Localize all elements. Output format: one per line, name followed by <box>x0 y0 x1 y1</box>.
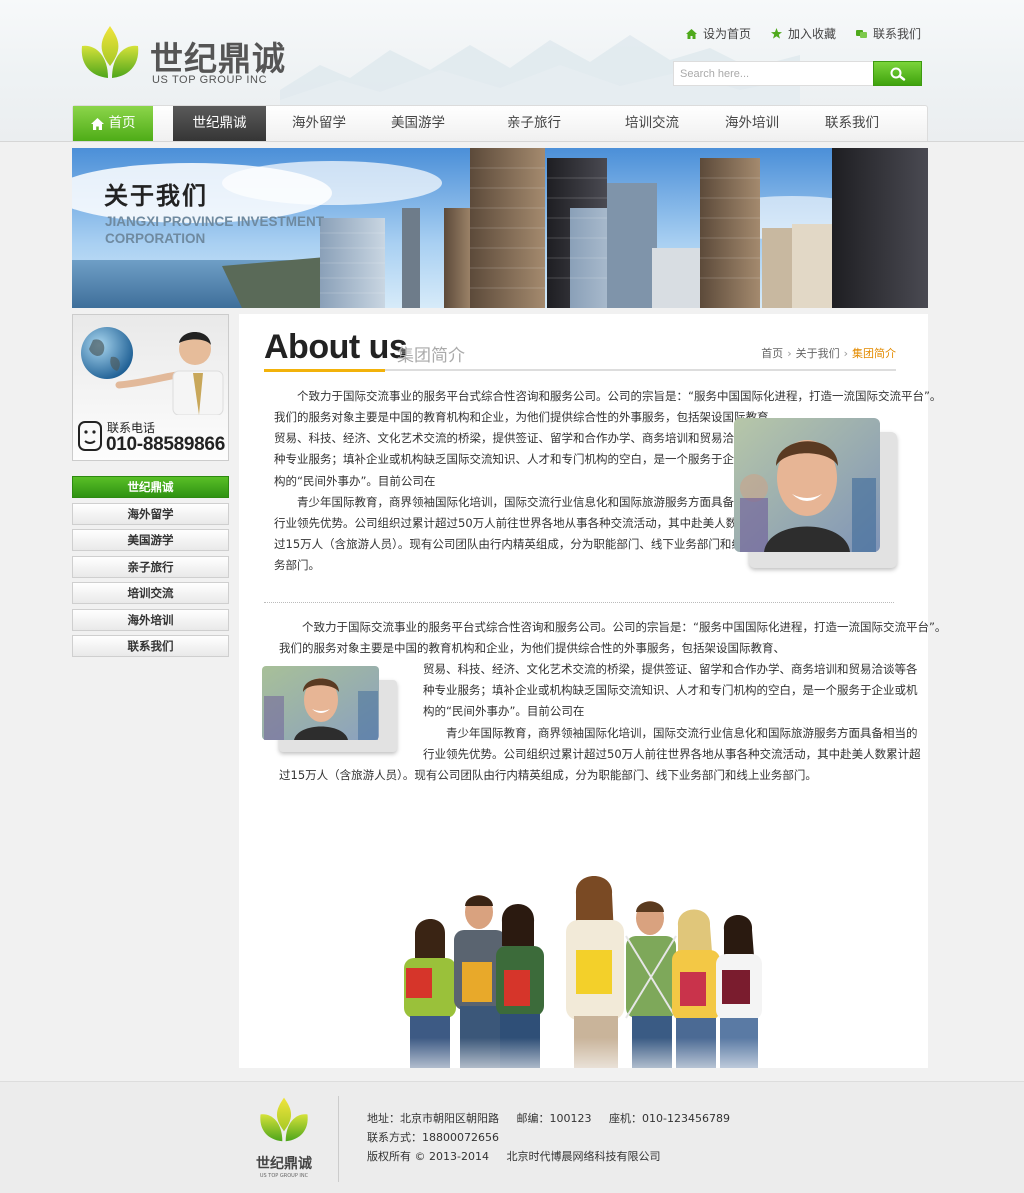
footer-company: 北京时代博晨网络科技有限公司 <box>506 1150 661 1163</box>
nav-item-contact[interactable]: 联系我们 <box>813 106 891 141</box>
sidebar-item-about[interactable]: 世纪鼎诚 <box>72 476 229 498</box>
footer-logo-en: US TOP GROUP INC <box>259 1173 309 1179</box>
top-links: 设为首页 加入收藏 联系我们 <box>685 25 921 42</box>
footer-postcode: 邮编：100123 <box>516 1112 592 1125</box>
sidebar-menu: 世纪鼎诚 海外留学 美国游学 亲子旅行 培训交流 海外培训 联系我们 <box>72 476 229 662</box>
nav-item-overseas-training[interactable]: 海外培训 <box>713 106 791 141</box>
contact-us-label: 联系我们 <box>872 27 921 41</box>
footer-line-2: 联系方式：18800072656 <box>367 1128 744 1147</box>
section1-body: 我们的服务对象主要是中国的教育机构和企业，为他们提供综合性的外事服务，包括架设国… <box>274 407 780 577</box>
students-group-image <box>382 866 782 1068</box>
page-subtitle: 集团简介 <box>397 346 465 366</box>
footer-contact: 联系方式：18800072656 <box>367 1131 499 1144</box>
logo[interactable]: 世纪鼎诚 US TOP GROUP INC <box>78 24 285 88</box>
section2-line: 我们的服务对象主要是中国的教育机构和企业，为他们提供综合性的外事服务，包括架设国… <box>279 641 785 656</box>
sidebar-item-us-study-tour[interactable]: 美国游学 <box>72 529 229 551</box>
footer-line-1: 地址：北京市朝阳区朝阳路 邮编：100123 座机：010-123456789 <box>367 1109 744 1128</box>
sidebar-item-study-abroad[interactable]: 海外留学 <box>72 502 229 525</box>
logo-text-cn: 世纪鼎诚 <box>150 39 286 78</box>
set-homepage-link[interactable]: 设为首页 <box>685 25 751 42</box>
contact-us-link[interactable]: 联系我们 <box>855 25 921 42</box>
footer: 世纪鼎诚 US TOP GROUP INC 地址：北京市朝阳区朝阳路 邮编：10… <box>0 1081 1024 1193</box>
main-content: About us 集团简介 首页 › 关于我们 › 集团简介 个致力于国际交流事业的服务… <box>239 314 947 1068</box>
section1-line: 构的“民间外事办”。目前公司在 <box>274 473 436 488</box>
search-input[interactable] <box>673 61 873 86</box>
sidebar-item-contact[interactable]: 联系我们 <box>72 635 229 657</box>
breadcrumb-current: 集团简介 <box>852 347 896 360</box>
section2-line: 构的“民间外事办”。目前公司在 <box>423 704 585 719</box>
section1-line: 务部门。 <box>274 558 320 573</box>
add-favorite-link[interactable]: 加入收藏 <box>770 25 836 42</box>
section1-intro: 个致力于国际交流事业的服务平台式综合性咨询和服务公司。公司的宗旨是：“服务中国国… <box>274 386 942 407</box>
footer-divider <box>338 1096 339 1182</box>
nav-item-training-exchange[interactable]: 培训交流 <box>613 106 691 141</box>
set-homepage-label: 设为首页 <box>702 27 751 41</box>
logo-leaf-icon <box>260 1097 308 1142</box>
section2-line: 贸易、科技、经济、文化艺术交流的桥梁，提供签证、留学和合作办学、商务培训和贸易洽… <box>423 662 918 676</box>
banner-subtitle-line2: CORPORATION <box>105 231 206 246</box>
businessman-globe-image <box>81 327 224 415</box>
nav-item-home[interactable]: 首页 <box>73 106 153 141</box>
footer-copyright: 版权所有 © 2013-2014 <box>367 1150 489 1163</box>
banner: 关于我们 JIANGXI PROVINCE INVESTMENT CORPORA… <box>72 148 928 308</box>
search-icon <box>890 67 905 81</box>
home-icon <box>685 28 697 39</box>
breadcrumb: 首页 › 关于我们 › 集团简介 <box>761 345 896 361</box>
footer-phone: 座机：010-123456789 <box>609 1112 730 1125</box>
smiling-man-photo-small <box>262 666 379 740</box>
nav-label-home: 首页 <box>108 115 136 131</box>
sidebar-item-family-travel[interactable]: 亲子旅行 <box>72 555 229 578</box>
section1-line: 过15万人（含旅游人员）。现有公司团队由行内精英组成，分为职能部门、线下业务部门… <box>274 537 766 552</box>
star-icon <box>770 28 782 39</box>
add-favorite-label: 加入收藏 <box>787 27 836 41</box>
main-nav: 首页 世纪鼎诚 海外留学 美国游学 亲子旅行 培训交流 海外培训 联系我们 <box>72 105 928 141</box>
section2-line: 青少年国际教育，商界领袖国际化培训，国际交流行业信息化和国际旅游服务方面具备相当… <box>423 725 918 740</box>
contact-icon <box>855 29 867 38</box>
title-underline-accent <box>264 369 385 372</box>
section1-line: 贸易、科技、经济、文化艺术交流的桥梁，提供签证、留学和合作办学、商务培训和贸易洽… <box>274 431 769 446</box>
footer-line-3: 版权所有 © 2013-2014 北京时代博晨网络科技有限公司 <box>367 1147 744 1166</box>
nav-item-family-travel[interactable]: 亲子旅行 <box>495 106 573 141</box>
section2-line: 个致力于国际交流事业的服务平台式综合性咨询和服务公司。公司的宗旨是：“服务中国国… <box>279 620 947 634</box>
sidebar-item-overseas-training[interactable]: 海外培训 <box>72 608 229 631</box>
chevron-right-icon: › <box>787 347 792 360</box>
section1-line: 种专业服务；填补企业或机构缺乏国际交流知识、人才和专门机构的空白，是一个服务于企… <box>274 452 769 467</box>
footer-logo[interactable]: 世纪鼎诚 US TOP GROUP INC <box>256 1096 312 1182</box>
breadcrumb-about[interactable]: 关于我们 <box>796 347 840 360</box>
logo-text-en: US TOP GROUP INC <box>152 74 268 86</box>
contact-box: 联系电话 010-88589866 <box>72 314 229 461</box>
footer-address: 地址：北京市朝阳区朝阳路 <box>367 1112 499 1125</box>
section2-body: 贸易、科技、经济、文化艺术交流的桥梁，提供签证、留学和合作办学、商务培训和贸易洽… <box>423 659 921 765</box>
banner-title: 关于我们 <box>104 182 208 210</box>
banner-subtitle: JIANGXI PROVINCE INVESTMENT CORPORATION <box>105 213 324 247</box>
section1-line: 我们的服务对象主要是中国的教育机构和企业，为他们提供综合性的外事服务，包括架设国… <box>274 410 780 424</box>
section1-line: 青少年国际教育，商界领袖国际化培训，国际交流行业信息化和国际旅游服务方面具备相当… <box>274 494 769 509</box>
smiling-man-photo <box>734 418 880 552</box>
section1-line: 行业领先优势。公司组织过累计超过50万人前往世界各地从事各种交流活动，其中赴美人… <box>274 516 772 531</box>
chevron-right-icon: › <box>843 347 848 360</box>
page-title: About us <box>264 328 408 366</box>
section2-line: 种专业服务；填补企业或机构缺乏国际交流知识、人才和专门机构的空白，是一个服务于企… <box>423 683 918 698</box>
home-icon <box>90 117 104 130</box>
section2-intro: 个致力于国际交流事业的服务平台式综合性咨询和服务公司。公司的宗旨是：“服务中国国… <box>279 617 947 659</box>
nav-item-about[interactable]: 世纪鼎诚 <box>173 106 266 141</box>
section-divider <box>264 602 894 603</box>
contact-phone: 010-88589866 <box>106 434 225 455</box>
footer-info: 地址：北京市朝阳区朝阳路 邮编：100123 座机：010-123456789 … <box>367 1109 744 1166</box>
phone-face-icon <box>78 421 102 451</box>
nav-item-study-abroad[interactable]: 海外留学 <box>281 106 357 141</box>
sidebar-item-training-exchange[interactable]: 培训交流 <box>72 582 229 604</box>
banner-subtitle-line1: JIANGXI PROVINCE INVESTMENT <box>105 214 325 229</box>
search-box <box>673 61 922 86</box>
section2-line: 行业领先优势。公司组织过累计超过50万人前往世界各地从事各种交流活动，其中赴美人… <box>423 746 921 761</box>
nav-item-us-study-tour[interactable]: 美国游学 <box>379 106 457 141</box>
search-button[interactable] <box>873 61 922 86</box>
section1-line: 个致力于国际交流事业的服务平台式综合性咨询和服务公司。公司的宗旨是：“服务中国国… <box>274 389 942 403</box>
breadcrumb-home[interactable]: 首页 <box>761 347 783 360</box>
section2-outro: 过15万人（含旅游人员）。现有公司团队由行内精英组成，分为职能部门、线下业务部门… <box>279 765 919 786</box>
logo-leaf-icon <box>81 26 139 78</box>
footer-logo-cn: 世纪鼎诚 <box>256 1156 312 1172</box>
section2-line: 过15万人（含旅游人员）。现有公司团队由行内精英组成，分为职能部门、线下业务部门… <box>279 768 817 782</box>
